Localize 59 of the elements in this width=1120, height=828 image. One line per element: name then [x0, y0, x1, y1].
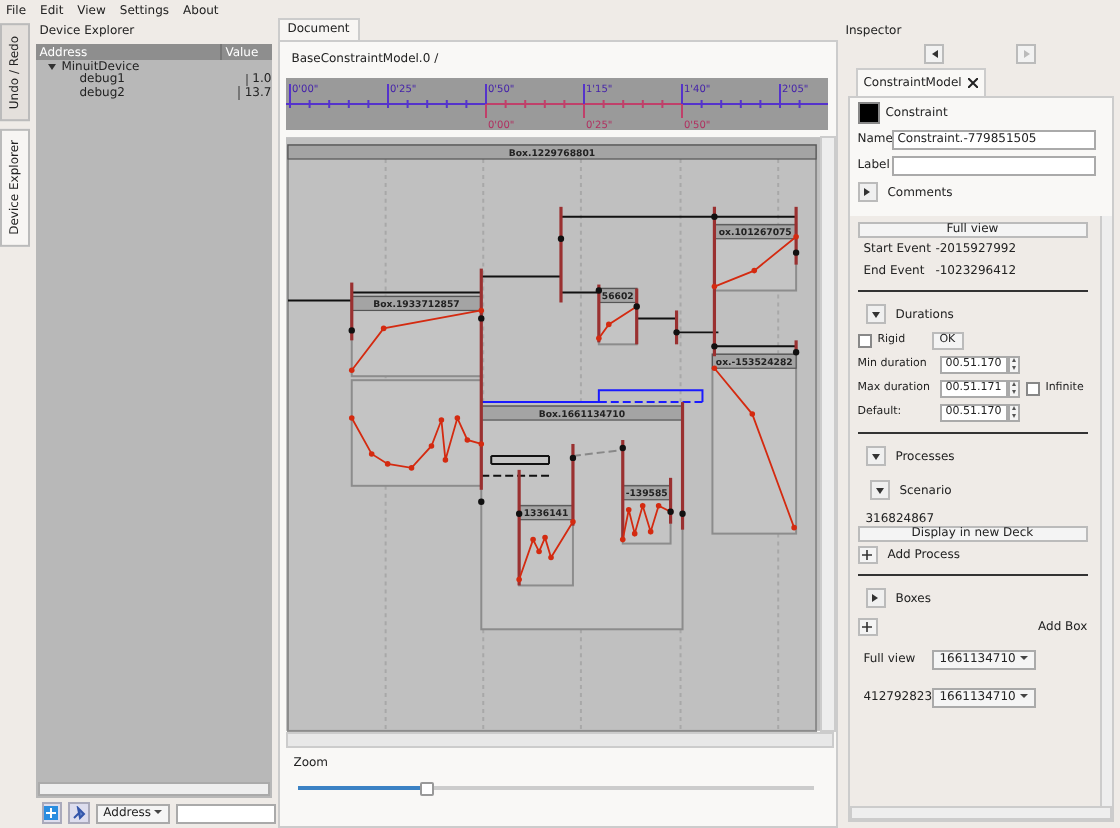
state-dot[interactable] — [710, 213, 717, 220]
vertical-scrollbar[interactable] — [1100, 216, 1112, 806]
expand-button[interactable] — [865, 304, 886, 324]
constraint-line[interactable] — [559, 215, 797, 218]
plus-square-icon — [44, 806, 59, 820]
constraint-line[interactable] — [489, 454, 492, 465]
learn-button[interactable] — [68, 802, 90, 824]
state-dot[interactable] — [595, 287, 602, 294]
constraint-line[interactable] — [286, 299, 353, 302]
state-dot[interactable] — [477, 498, 484, 505]
address-field[interactable] — [176, 803, 276, 823]
state-dot[interactable] — [672, 329, 680, 336]
expand-button[interactable] — [869, 480, 890, 500]
expand-button[interactable] — [865, 446, 886, 466]
state-dot[interactable] — [619, 444, 626, 452]
constraint-line[interactable] — [489, 454, 550, 457]
state-dot[interactable] — [557, 235, 564, 242]
event-bar[interactable] — [793, 206, 798, 265]
constraint-line[interactable] — [712, 345, 797, 348]
constraint-line[interactable] — [479, 474, 550, 477]
state-dot[interactable] — [666, 508, 674, 515]
event-bar[interactable] — [516, 469, 521, 586]
checkbox[interactable] — [857, 333, 872, 347]
state-dot[interactable] — [477, 315, 484, 322]
close-icon — [967, 78, 978, 88]
expand-button[interactable] — [865, 588, 886, 608]
automation-curve — [619, 502, 673, 543]
horizontal-scrollbar[interactable] — [849, 806, 1112, 820]
constraint-line[interactable] — [489, 462, 550, 465]
state-dot[interactable] — [710, 343, 717, 350]
state-dot[interactable] — [569, 454, 576, 462]
back-button[interactable] — [924, 44, 945, 64]
state-dot[interactable] — [515, 510, 522, 517]
selected-constraint[interactable] — [479, 389, 703, 404]
state-dot[interactable] — [632, 303, 640, 310]
checkbox[interactable] — [1025, 381, 1040, 395]
state-dot[interactable] — [792, 349, 799, 356]
plug-icon — [71, 806, 86, 820]
process-slot — [350, 379, 482, 487]
constraint-line[interactable] — [571, 448, 624, 457]
add-button[interactable] — [857, 617, 878, 635]
automation-curve — [348, 415, 484, 471]
state-dot[interactable] — [348, 327, 355, 334]
expand-arrow-icon[interactable] — [47, 63, 56, 70]
slider-thumb[interactable] — [420, 782, 435, 796]
horizontal-scrollbar[interactable] — [285, 732, 834, 748]
constraint-line[interactable] — [547, 454, 550, 465]
label-field[interactable] — [891, 155, 1096, 175]
horizontal-scrollbar[interactable] — [37, 782, 270, 796]
add-device-button[interactable] — [41, 802, 63, 824]
state-dot[interactable] — [678, 510, 686, 517]
constraint-line[interactable] — [674, 331, 719, 334]
automation-curve — [711, 233, 799, 290]
add-button[interactable] — [857, 545, 878, 563]
automation-curve — [348, 307, 484, 373]
expand-button[interactable] — [857, 182, 878, 202]
color-swatch[interactable] — [857, 101, 880, 123]
state-dot[interactable] — [792, 249, 799, 256]
automation-curve — [515, 518, 576, 583]
